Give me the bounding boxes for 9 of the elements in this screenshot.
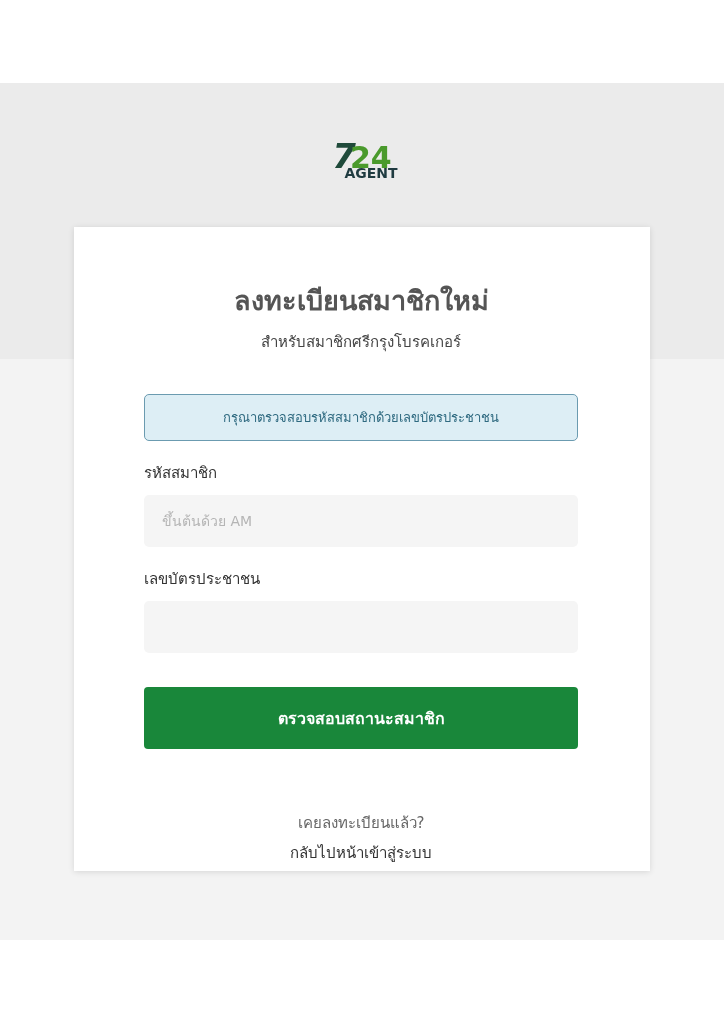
submit-button[interactable]: ตรวจสอบสถานะสมาชิก — [144, 687, 578, 749]
field-label: รหัสสมาชิก — [144, 463, 218, 484]
input-field[interactable]: ขึ้นต้นด้วย AM — [144, 495, 578, 547]
login-link[interactable]: กลับไปหน้าเข้าสู่ระบบ — [290, 841, 432, 865]
subtitle: สำหรับสมาชิกศรีกรุงโบรคเกอร์ — [260, 332, 462, 354]
footer-question: เคยลงทะเบียนแล้ว? — [296, 813, 426, 834]
page-title: ลงทะเบียนสมาชิกใหม่ — [232, 284, 490, 318]
info-notice: กรุณาตรวจสอบรหัสสมาชิกด้วยเลขบัตรประชาชน — [144, 394, 578, 441]
field-label: เลขบัตรประชาชน — [144, 569, 261, 590]
